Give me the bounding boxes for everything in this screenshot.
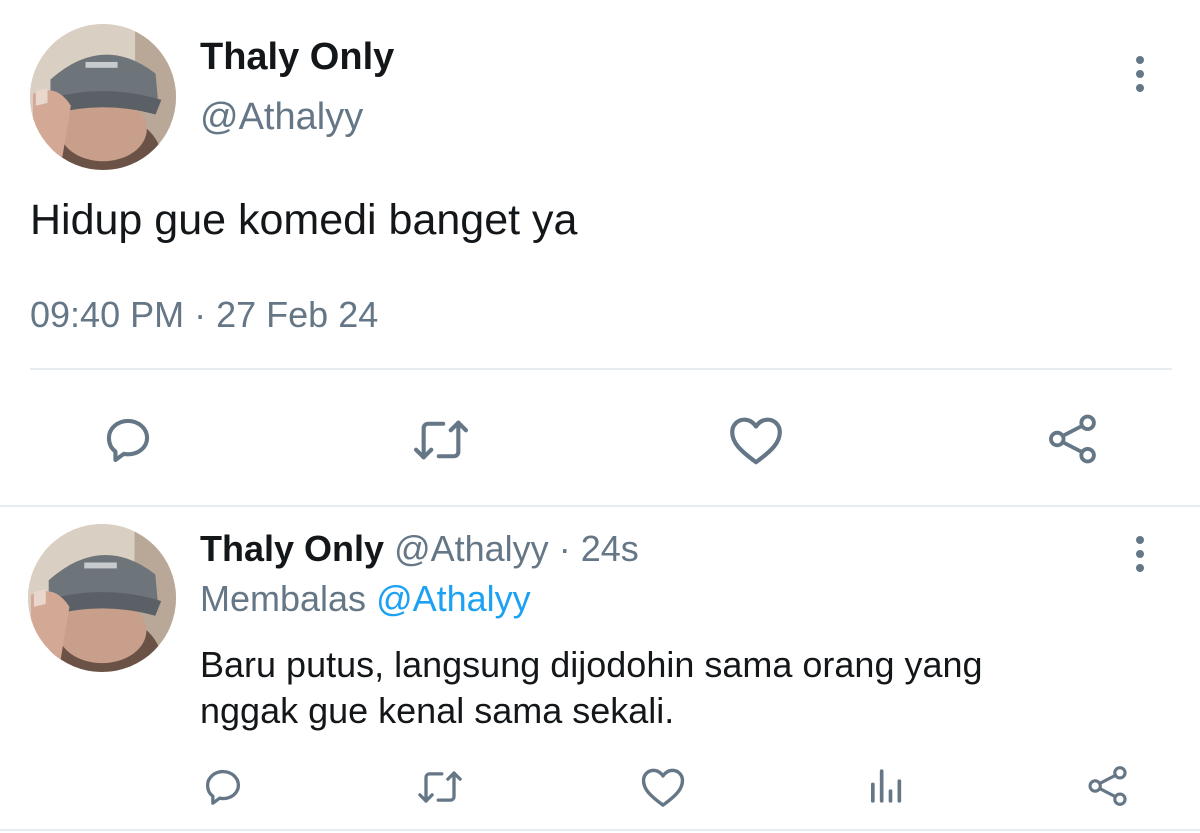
tweet-date: 27 Feb 24 — [216, 294, 379, 335]
divider — [0, 505, 1200, 507]
reply-icon[interactable] — [102, 414, 154, 466]
share-icon[interactable] — [1046, 412, 1100, 466]
reply-header: Thaly Only @Athalyy · 24s — [200, 528, 639, 570]
replying-to-mention[interactable]: @Athalyy — [376, 578, 531, 619]
avatar[interactable] — [30, 24, 176, 170]
share-icon[interactable] — [1086, 764, 1130, 808]
replying-to: Membalas @Athalyy — [200, 578, 531, 620]
separator: · — [194, 294, 207, 335]
user-handle[interactable]: @Athalyy — [200, 96, 363, 139]
reply-age: 24s — [580, 528, 639, 569]
analytics-icon[interactable] — [866, 766, 906, 806]
retweet-icon[interactable] — [414, 766, 466, 808]
reply-icon[interactable] — [202, 766, 244, 808]
reply-text: Baru putus, langsung dijodohin sama oran… — [200, 642, 1100, 734]
divider — [0, 829, 1200, 831]
like-icon[interactable] — [640, 766, 686, 808]
tweet-timestamp: 09:40 PM · 27 Feb 24 — [30, 294, 378, 336]
tweet-text: Hidup gue komedi banget ya — [30, 196, 578, 244]
reply-more-options-icon[interactable] — [1132, 536, 1148, 578]
reply-text-line: Baru putus, langsung dijodohin sama oran… — [200, 644, 983, 685]
reply-handle[interactable]: @Athalyy — [394, 528, 549, 569]
tweet-time: 09:40 PM — [30, 294, 185, 335]
display-name[interactable]: Thaly Only — [200, 36, 394, 79]
divider — [30, 368, 1172, 370]
like-icon[interactable] — [728, 414, 784, 466]
reply-avatar[interactable] — [28, 524, 176, 672]
reply-display-name[interactable]: Thaly Only — [200, 528, 384, 569]
retweet-icon[interactable] — [410, 414, 472, 466]
replying-label: Membalas — [200, 578, 367, 619]
more-options-icon[interactable] — [1132, 56, 1148, 98]
separator: · — [558, 528, 571, 569]
reply-text-line: nggak gue kenal sama sekali. — [200, 690, 675, 731]
